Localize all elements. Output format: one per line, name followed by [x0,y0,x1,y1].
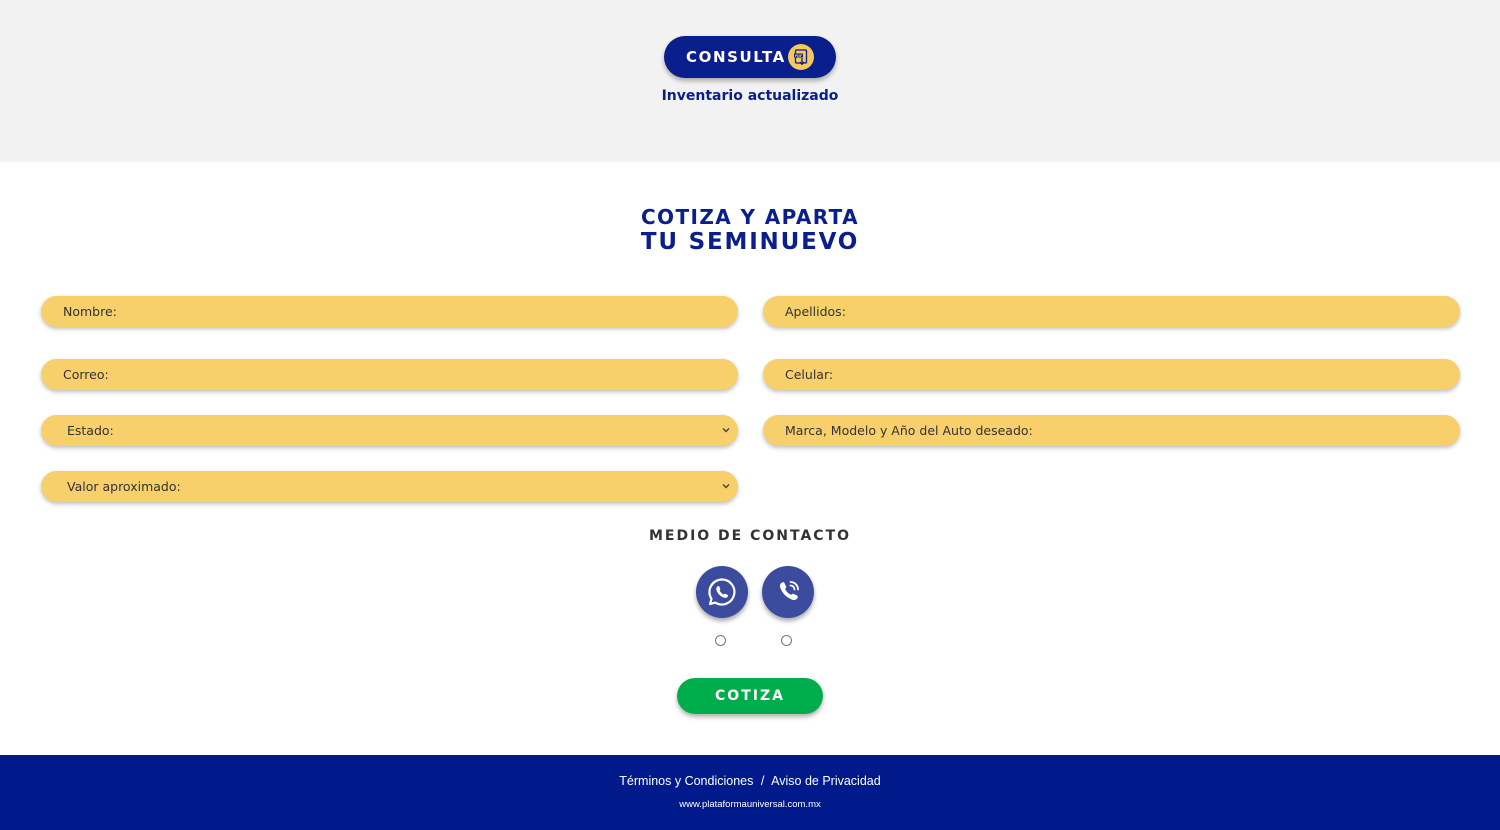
phone-call-icon [779,581,799,601]
valor-value: Valor aproximado: [67,479,181,494]
cotiza-submit-button[interactable]: COTIZA [677,678,823,714]
correo-field[interactable]: Correo: [41,359,738,390]
pdf-download-icon: PDF [788,44,814,70]
whatsapp-icon [708,578,736,606]
footer-separator: / [760,774,765,788]
footer-url: www.plataformauniversal.com.mx [679,799,821,810]
whatsapp-radio[interactable] [715,635,726,646]
inventario-text: Inventario actualizado [661,88,839,104]
footer-links: Términos y Condiciones / Aviso de Privac… [0,774,1500,788]
contact-method-title: MEDIO DE CONTACTO [648,528,852,544]
footer: Términos y Condiciones / Aviso de Privac… [0,755,1500,830]
nombre-field[interactable]: Nombre: [41,296,738,327]
consulta-label: CONSULTA [686,48,786,66]
chevron-down-icon [722,484,730,489]
form-title-line1: COTIZA Y APARTA [640,205,859,229]
phone-call-button[interactable] [762,566,814,618]
valor-select[interactable]: Valor aproximado: [41,471,738,502]
phone-radio[interactable] [781,635,792,646]
apellidos-field[interactable]: Apellidos: [763,296,1460,327]
auto-placeholder: Marca, Modelo y Año del Auto deseado: [785,423,1033,438]
celular-placeholder: Celular: [785,367,834,382]
terminos-link[interactable]: Términos y Condiciones [619,774,753,788]
nombre-placeholder: Nombre: [63,304,117,319]
consulta-button[interactable]: CONSULTA PDF [664,36,836,78]
form-title-line2: TU SEMINUEVO [640,229,860,255]
whatsapp-button[interactable] [696,566,748,618]
svg-text:PDF: PDF [795,54,803,58]
estado-value: Estado: [67,423,114,438]
estado-select[interactable]: Estado: [41,415,738,446]
apellidos-placeholder: Apellidos: [785,304,846,319]
correo-placeholder: Correo: [63,367,109,382]
top-band: CONSULTA PDF Inventario actualizado [0,0,1500,162]
auto-field[interactable]: Marca, Modelo y Año del Auto deseado: [763,415,1460,446]
chevron-down-icon [722,428,730,433]
celular-field[interactable]: Celular: [763,359,1460,390]
aviso-link[interactable]: Aviso de Privacidad [771,774,881,788]
